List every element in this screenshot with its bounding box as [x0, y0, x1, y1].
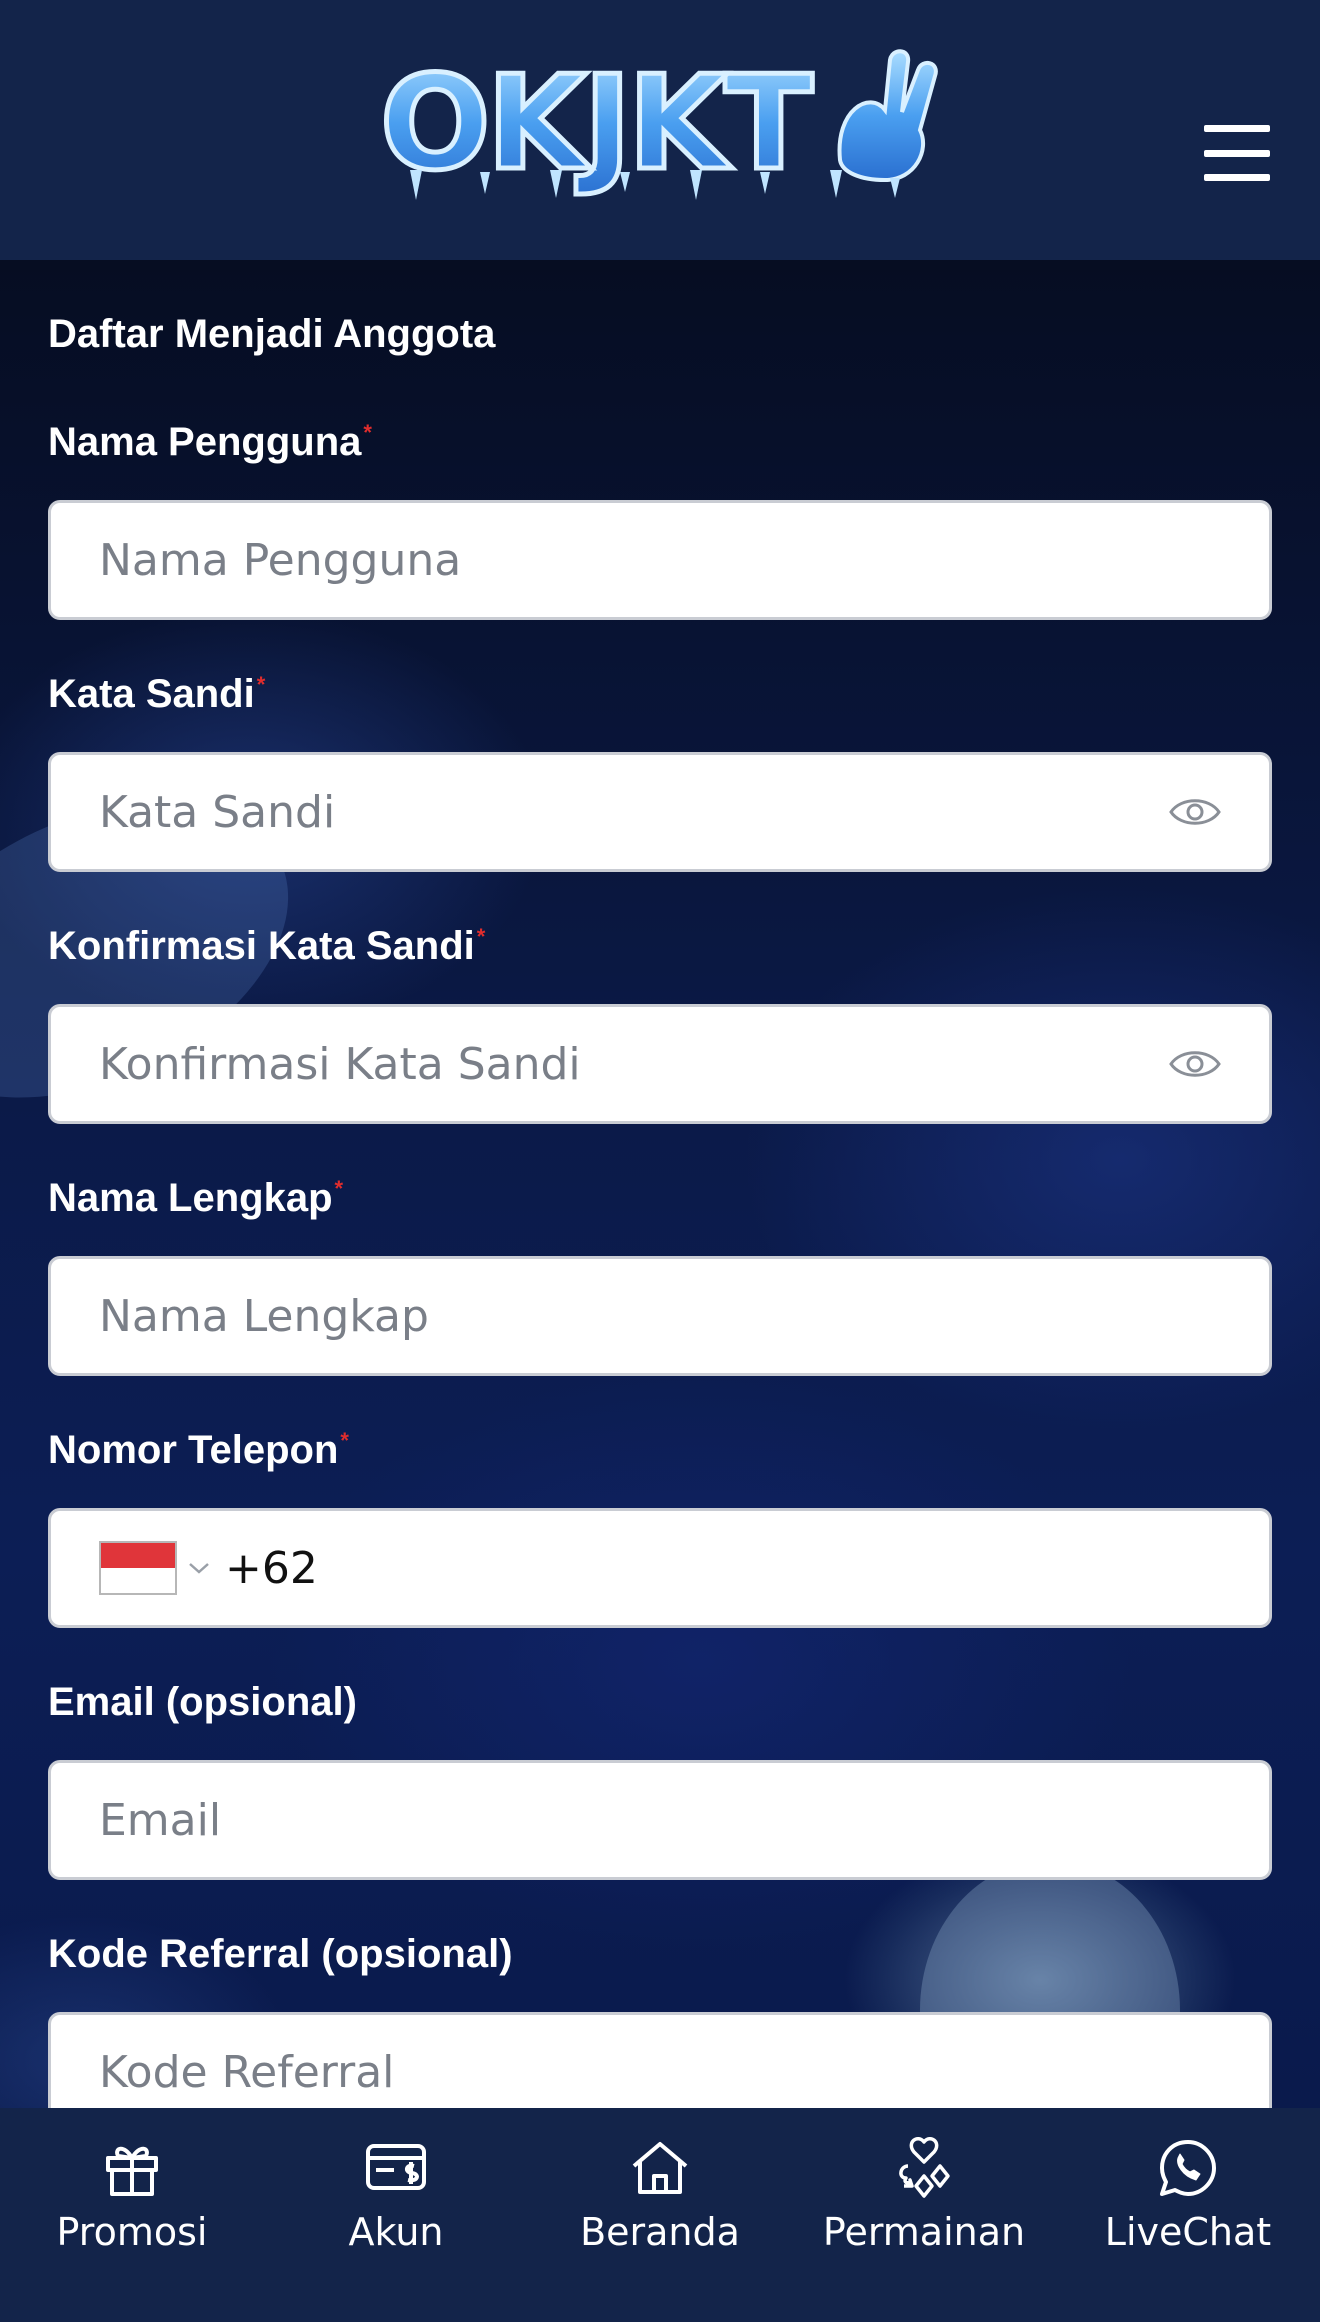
- nav-item-permainan[interactable]: Permainan: [804, 2136, 1044, 2254]
- required-mark: *: [340, 1428, 349, 1453]
- show-password-eye-icon[interactable]: [1169, 1047, 1221, 1081]
- home-icon: [632, 2142, 688, 2194]
- email-label: Email (opsional): [48, 1680, 357, 1724]
- required-mark: *: [476, 924, 486, 949]
- form-title: Daftar Menjadi Anggota: [48, 312, 496, 356]
- username-input[interactable]: [99, 534, 1221, 586]
- password-label: Kata Sandi*: [48, 672, 266, 716]
- referral-label: Kode Referral (opsional): [48, 1932, 513, 1976]
- chevron-down-icon[interactable]: [187, 1560, 211, 1576]
- confirm-password-field[interactable]: [48, 1004, 1272, 1124]
- bottom-navigation: Promosi Akun Beranda Permainan LiveChat: [0, 2108, 1320, 2322]
- show-password-eye-icon[interactable]: [1169, 795, 1221, 829]
- username-field[interactable]: [48, 500, 1272, 620]
- full-name-input[interactable]: [99, 1290, 1221, 1342]
- nav-item-promosi[interactable]: Promosi: [12, 2136, 252, 2254]
- country-code: +62: [225, 1542, 318, 1594]
- required-mark: *: [363, 420, 372, 445]
- email-input[interactable]: [99, 1794, 1221, 1846]
- site-logo[interactable]: OKJKT: [370, 40, 950, 220]
- email-field[interactable]: [48, 1760, 1272, 1880]
- full-name-label: Nama Lengkap*: [48, 1176, 344, 1220]
- password-field[interactable]: [48, 752, 1272, 872]
- confirm-password-label: Konfirmasi Kata Sandi*: [48, 924, 486, 968]
- nav-item-akun[interactable]: Akun: [276, 2136, 516, 2254]
- required-mark: *: [256, 672, 266, 697]
- phone-label: Nomor Telepon*: [48, 1428, 349, 1472]
- username-label: Nama Pengguna*: [48, 420, 372, 464]
- hamburger-menu-icon[interactable]: [1204, 125, 1270, 181]
- top-header: OKJKT: [0, 0, 1320, 260]
- password-input[interactable]: [99, 786, 1169, 838]
- indonesia-flag-icon[interactable]: [99, 1541, 177, 1595]
- gift-icon: [106, 2146, 158, 2196]
- logo-text: OKJKT: [380, 47, 812, 199]
- confirm-password-input[interactable]: [99, 1038, 1169, 1090]
- phone-input[interactable]: [333, 1542, 1221, 1594]
- phone-field[interactable]: +62: [48, 1508, 1272, 1628]
- card-suits-icon: [899, 2137, 950, 2198]
- nav-item-beranda[interactable]: Beranda: [540, 2136, 780, 2254]
- nav-item-livechat[interactable]: LiveChat: [1068, 2136, 1308, 2254]
- whatsapp-chat-icon: [1160, 2140, 1216, 2196]
- wallet-card-icon: [366, 2144, 426, 2190]
- ok-hand-icon: [837, 49, 938, 183]
- referral-input[interactable]: [99, 2046, 1221, 2098]
- required-mark: *: [334, 1176, 344, 1201]
- full-name-field[interactable]: [48, 1256, 1272, 1376]
